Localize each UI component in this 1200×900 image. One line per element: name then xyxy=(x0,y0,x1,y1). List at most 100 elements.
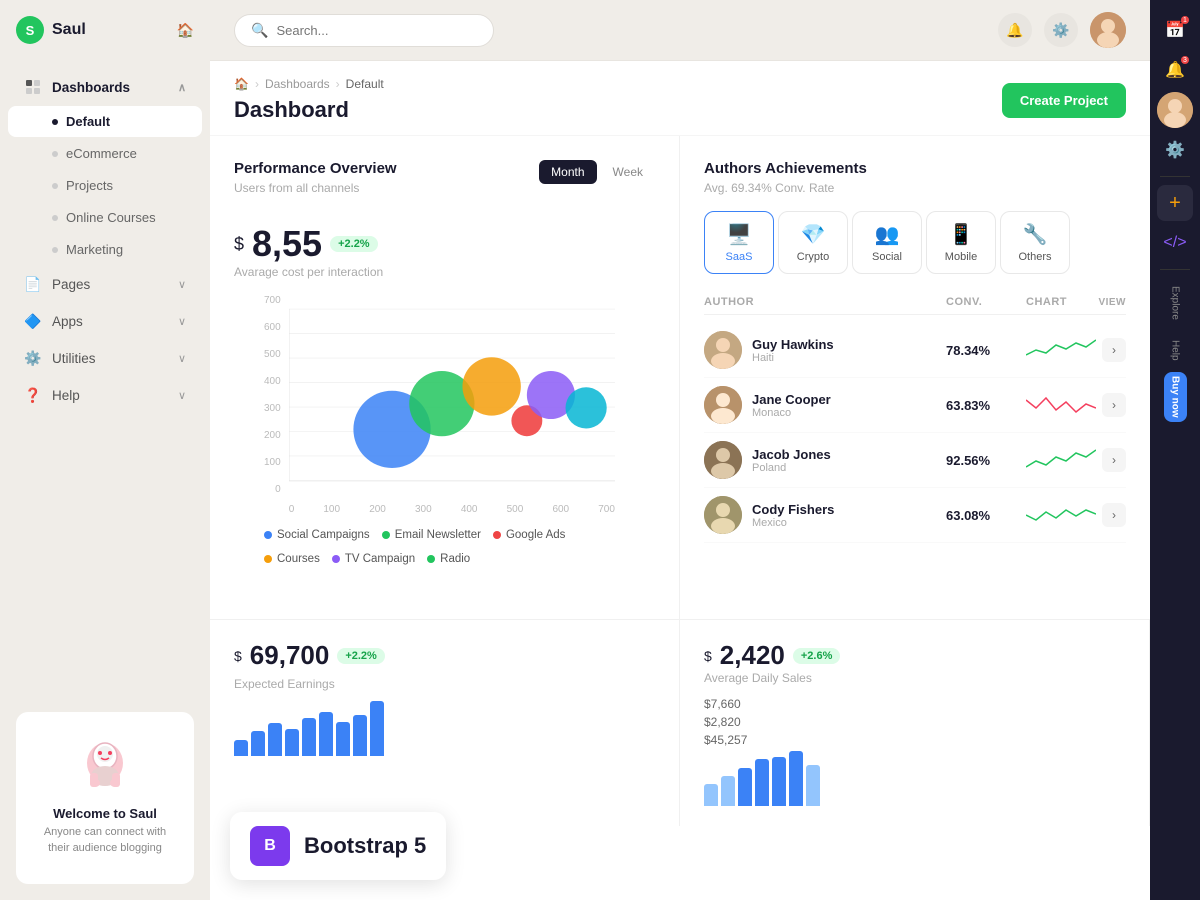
search-bar[interactable]: 🔍 xyxy=(234,14,494,47)
topbar-notification-icon[interactable]: 🔔 xyxy=(998,13,1032,47)
astronaut-illustration xyxy=(65,728,145,798)
rs-badge-notification: 3 xyxy=(1181,56,1189,64)
view-btn-jane[interactable]: › xyxy=(1102,393,1126,417)
author-info-guy: Guy Hawkins Haiti xyxy=(704,331,946,369)
period-month-button[interactable]: Month xyxy=(539,160,596,184)
sidebar-item-ecommerce[interactable]: eCommerce xyxy=(8,138,202,169)
authors-title: Authors Achievements xyxy=(704,160,1126,177)
period-week-button[interactable]: Week xyxy=(601,160,655,184)
author-loc-guy: Haiti xyxy=(752,352,834,364)
content: 🏠 › Dashboards › Default Dashboard Creat… xyxy=(210,61,1150,900)
sidebar-toggle-icon[interactable]: 🏠 xyxy=(177,22,194,39)
social-icon: 👥 xyxy=(875,222,900,247)
sales-number: 2,420 xyxy=(720,640,785,671)
earnings-bar-chart xyxy=(234,701,655,756)
bootstrap-b: B xyxy=(264,837,276,855)
authors-panel: Authors Achievements Avg. 69.34% Conv. R… xyxy=(680,136,1150,619)
sidebar-nav: Dashboards ∧ Default eCommerce Projects … xyxy=(0,60,210,696)
search-input[interactable] xyxy=(276,23,477,38)
author-row-jane: Jane Cooper Monaco 63.83% › xyxy=(704,378,1126,433)
dot xyxy=(52,247,58,253)
welcome-card: Welcome to Saul Anyone can connect with … xyxy=(16,712,194,884)
legend-label-google: Google Ads xyxy=(506,529,565,541)
period-buttons: Month Week xyxy=(539,160,655,184)
home-icon: 🏠 xyxy=(234,77,249,91)
mini-chart-guy xyxy=(1026,335,1096,365)
nav-item-help[interactable]: ❓ Help ∨ xyxy=(8,377,202,413)
author-row-guy: Guy Hawkins Haiti 78.34% › xyxy=(704,323,1126,378)
topbar-settings-icon[interactable]: ⚙️ xyxy=(1044,13,1078,47)
app-name: Saul xyxy=(52,21,86,39)
bar xyxy=(302,718,316,757)
nav-item-dashboards[interactable]: Dashboards ∧ xyxy=(8,69,202,105)
nav-item-apps[interactable]: 🔷 Apps ∨ xyxy=(8,303,202,339)
tab-social[interactable]: 👥 Social xyxy=(852,211,922,274)
performance-badge: +2.2% xyxy=(330,236,378,252)
rs-code-icon[interactable]: </> xyxy=(1157,225,1193,261)
breadcrumb-dashboards[interactable]: Dashboards xyxy=(265,77,330,91)
pages-chevron: ∨ xyxy=(178,278,186,291)
help-chevron: ∨ xyxy=(178,389,186,402)
performance-value: $ 8,55 +2.2% xyxy=(234,223,655,265)
author-info-jacob: Jacob Jones Poland xyxy=(704,441,946,479)
sidebar: S Saul 🏠 Dashboards ∧ Default eCommerce … xyxy=(0,0,210,900)
currency-symbol: $ xyxy=(234,234,244,255)
authors-table: AUTHOR CONV. CHART VIEW xyxy=(704,290,1126,543)
author-info-cody: Cody Fishers Mexico xyxy=(704,496,946,534)
author-avatar-jacob xyxy=(704,441,742,479)
bar xyxy=(251,731,265,756)
view-btn-cody[interactable]: › xyxy=(1102,503,1126,527)
tab-mobile[interactable]: 📱 Mobile xyxy=(926,211,996,274)
tab-others[interactable]: 🔧 Others xyxy=(1000,211,1070,274)
author-name-cody: Cody Fishers xyxy=(752,502,834,517)
sidebar-item-online-courses[interactable]: Online Courses xyxy=(8,202,202,233)
tab-saas[interactable]: 🖥️ SaaS xyxy=(704,211,774,274)
bar xyxy=(353,715,367,756)
logo-area: S Saul xyxy=(16,16,86,44)
topbar-avatar[interactable] xyxy=(1090,12,1126,48)
crypto-icon: 💎 xyxy=(801,222,826,247)
search-icon: 🔍 xyxy=(251,22,268,39)
legend-dot-tv xyxy=(332,555,340,563)
view-btn-jacob[interactable]: › xyxy=(1102,448,1126,472)
rs-notification-icon[interactable]: 🔔 3 xyxy=(1157,52,1193,88)
authors-sub: Avg. 69.34% Conv. Rate xyxy=(704,181,1126,195)
create-project-button[interactable]: Create Project xyxy=(1002,83,1126,118)
rs-help-label[interactable]: Help xyxy=(1170,332,1181,369)
nav-item-utilities[interactable]: ⚙️ Utilities ∨ xyxy=(8,340,202,376)
header-chart: CHART VIEW xyxy=(1026,296,1126,308)
author-name-jane: Jane Cooper xyxy=(752,392,831,407)
sidebar-item-default[interactable]: Default xyxy=(8,106,202,137)
rs-explore-label[interactable]: Explore xyxy=(1170,278,1181,328)
daily-sales-value: $ 2,420 +2.6% xyxy=(704,640,1125,671)
topbar-right: 🔔 ⚙️ xyxy=(998,12,1126,48)
mobile-icon: 📱 xyxy=(949,222,974,247)
nav-item-pages[interactable]: 📄 Pages ∨ xyxy=(8,266,202,302)
stat-number: 8,55 xyxy=(252,223,322,265)
dashboards-label: Dashboards xyxy=(52,80,130,95)
bar xyxy=(721,776,735,806)
earnings-panel: $ 69,700 +2.2% Expected Earnings xyxy=(210,620,680,826)
rs-settings-icon[interactable]: ⚙️ xyxy=(1157,132,1193,168)
logo-icon: S xyxy=(16,16,44,44)
amount-1: $7,660 xyxy=(704,697,1125,711)
sidebar-item-marketing[interactable]: Marketing xyxy=(8,234,202,265)
bubble-chart xyxy=(289,295,615,495)
view-btn-guy[interactable]: › xyxy=(1102,338,1126,362)
rs-plus-icon[interactable]: + xyxy=(1157,185,1193,221)
utilities-label: Utilities xyxy=(52,351,96,366)
bar xyxy=(772,757,786,807)
apps-chevron: ∨ xyxy=(178,315,186,328)
legend-label-email: Email Newsletter xyxy=(395,529,481,541)
sidebar-item-projects[interactable]: Projects xyxy=(8,170,202,201)
rs-buy-now-button[interactable]: Buy now xyxy=(1164,372,1187,422)
rs-calendar-icon[interactable]: 📅 1 xyxy=(1157,12,1193,48)
rs-user-avatar[interactable] xyxy=(1157,92,1193,128)
mini-chart-cody xyxy=(1026,500,1096,530)
tab-social-label: Social xyxy=(872,251,902,263)
tab-crypto[interactable]: 💎 Crypto xyxy=(778,211,848,274)
breadcrumb-default[interactable]: Default xyxy=(346,77,384,91)
legend-radio: Radio xyxy=(427,553,470,565)
bar xyxy=(234,740,248,757)
conv-rate-jane: 63.83% xyxy=(946,398,1026,413)
